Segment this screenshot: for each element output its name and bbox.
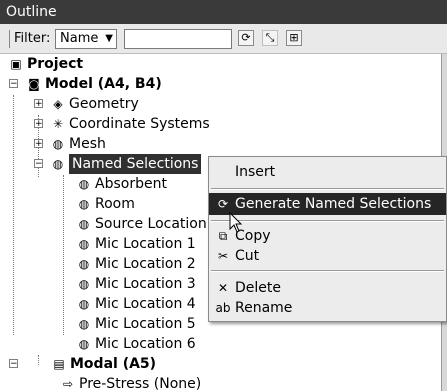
collapse-icon[interactable]: −	[9, 79, 18, 89]
geometry-icon: ◈	[53, 97, 63, 111]
tree-item-coordinate-systems[interactable]: + ✳ Coordinate Systems	[34, 114, 210, 134]
tree-item-geometry[interactable]: + ◈ Geometry	[34, 94, 139, 114]
tree-item-named-selection[interactable]: ◍ Mic Location 1	[76, 234, 196, 254]
project-icon: ▣	[10, 57, 22, 71]
cut-icon: ✂	[217, 249, 229, 263]
filter-toolbar: Filter: Name ▼ ⟳ ⤡ ⊞	[0, 24, 447, 54]
filter-search-input[interactable]	[124, 29, 232, 49]
outline-title-bar: Outline	[0, 0, 447, 24]
tree-item-named-selection[interactable]: ◍ Mic Location 3	[76, 274, 196, 294]
expand-icon[interactable]: +	[34, 99, 43, 109]
tree-item-prestress[interactable]: ⇨ Pre-Stress (None)	[60, 374, 201, 391]
menu-item-generate-named-selections[interactable]: ⟳ Generate Named Selections	[209, 193, 446, 215]
tree-item-named-selection[interactable]: ◍ Mic Location 5	[76, 314, 196, 334]
tree-item-named-selection[interactable]: ◍ Room	[76, 194, 135, 214]
window-title: Outline	[6, 4, 57, 20]
menu-item-insert[interactable]: Insert	[209, 161, 446, 183]
menu-separator	[211, 188, 444, 190]
menu-item-copy[interactable]: ⧉ Copy	[209, 225, 446, 247]
tree-item-model[interactable]: − ◙ Model (A4, B4)	[9, 74, 162, 94]
menu-item-cut[interactable]: ✂ Cut	[209, 245, 446, 267]
filter-type-dropdown[interactable]: Name ▼	[55, 29, 117, 49]
expand-icon[interactable]: +	[34, 119, 43, 129]
tree-item-named-selection[interactable]: ◍ Mic Location 2	[76, 254, 196, 274]
tree-item-project[interactable]: ▣ Project	[8, 54, 83, 74]
tree-item-named-selections[interactable]: − ◍ Named Selections	[34, 154, 202, 174]
expand-all-icon[interactable]: ⊞	[286, 30, 302, 46]
named-selection-icon: ◍	[78, 177, 90, 191]
toolbar-grip[interactable]	[9, 30, 10, 48]
tree-item-named-selection[interactable]: ◍ Source Location	[76, 214, 207, 234]
named-selections-icon: ◍	[52, 157, 64, 171]
named-selection-icon: ◍	[78, 237, 90, 251]
coordinate-systems-icon: ✳	[52, 117, 64, 131]
named-selection-icon: ◍	[78, 337, 90, 351]
menu-item-delete[interactable]: ✕ Delete	[209, 277, 446, 299]
menu-separator	[211, 270, 444, 272]
refresh-filter-icon[interactable]: ⟳	[238, 30, 254, 46]
context-menu: Insert ⟳ Generate Named Selections ⧉ Cop…	[208, 156, 447, 322]
collapse-filter-icon[interactable]: ⤡	[262, 30, 278, 46]
named-selection-icon: ◍	[78, 297, 90, 311]
mesh-icon: ◍	[52, 137, 64, 151]
tree-item-named-selection[interactable]: ◍ Mic Location 6	[76, 334, 196, 354]
expand-icon[interactable]: +	[34, 139, 43, 149]
filter-label: Filter:	[14, 31, 51, 46]
prestress-icon: ⇨	[62, 377, 74, 391]
modal-analysis-icon: ▤	[53, 357, 65, 371]
filter-type-value: Name	[60, 31, 99, 46]
collapse-icon[interactable]: −	[34, 159, 43, 169]
tree-item-mesh[interactable]: + ◍ Mesh	[34, 134, 106, 154]
delete-icon: ✕	[217, 281, 229, 295]
mouse-cursor-icon	[229, 212, 243, 233]
rename-icon: ab	[215, 301, 231, 315]
tree-connector	[13, 95, 14, 335]
tree-item-modal[interactable]: − ▤ Modal (A5)	[9, 354, 156, 374]
named-selection-icon: ◍	[78, 317, 90, 331]
named-selection-icon: ◍	[78, 217, 90, 231]
collapse-icon[interactable]: −	[9, 359, 18, 369]
tree-item-named-selection[interactable]: ◍ Mic Location 4	[76, 294, 196, 314]
tree-connector	[63, 175, 64, 335]
named-selection-icon: ◍	[78, 277, 90, 291]
model-icon: ◙	[28, 77, 40, 91]
named-selection-icon: ◍	[78, 257, 90, 271]
menu-item-rename[interactable]: ab Rename	[209, 297, 446, 319]
menu-separator	[211, 220, 444, 222]
named-selection-icon: ◍	[78, 197, 90, 211]
dropdown-arrow-icon: ▼	[105, 33, 113, 44]
tree-item-named-selection[interactable]: ◍ Absorbent	[76, 174, 167, 194]
